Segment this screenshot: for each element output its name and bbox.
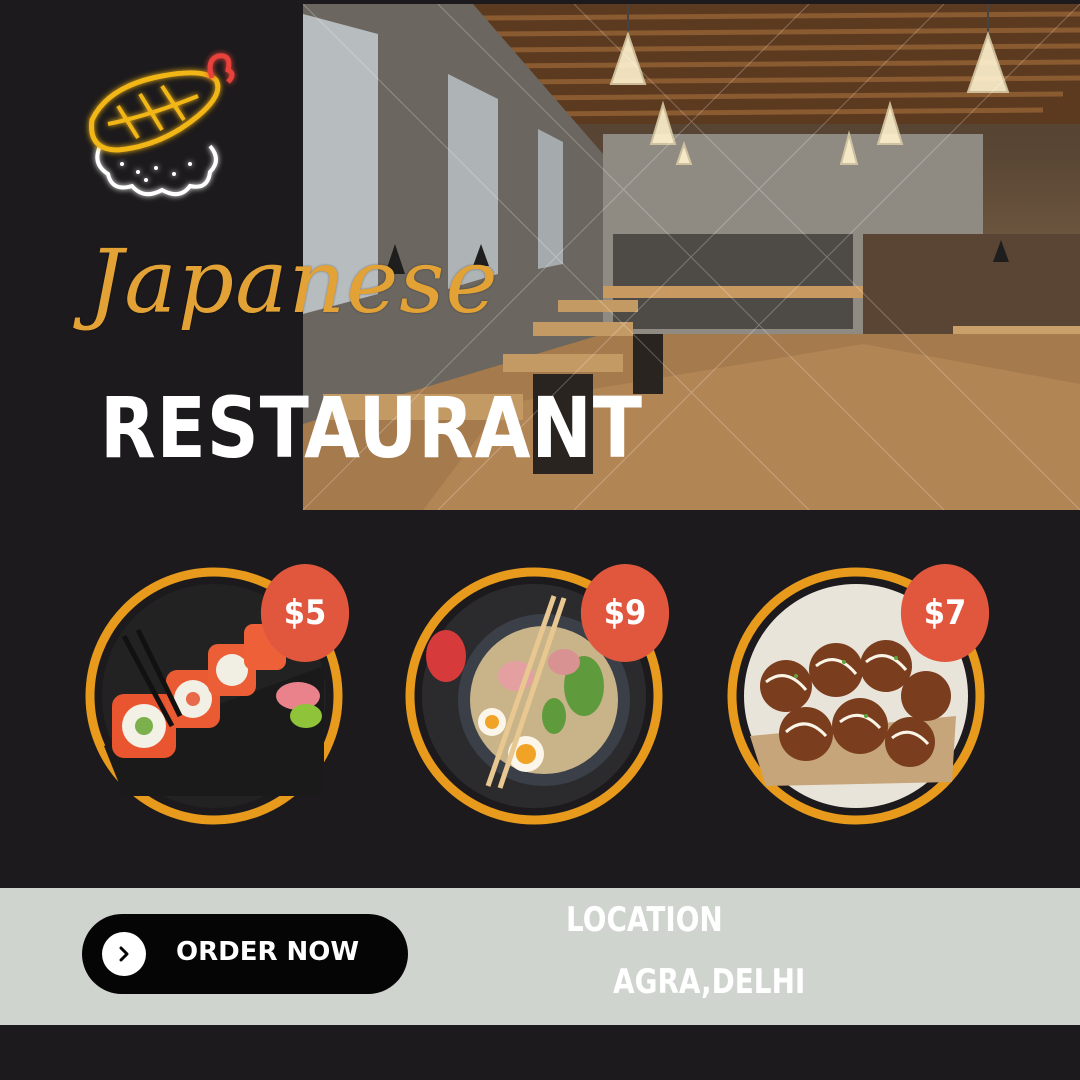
location-value: AGRA,DELHI xyxy=(613,962,806,1002)
order-now-label: ORDER NOW xyxy=(176,937,360,967)
neon-sushi-logo-icon xyxy=(78,46,248,206)
dish-card-sushi[interactable]: $5 xyxy=(84,564,350,826)
price-badge: $5 xyxy=(260,564,350,662)
title-script-japanese: Japanese xyxy=(88,230,499,333)
title-restaurant: RESTAURANT xyxy=(100,379,643,477)
price-badge: $7 xyxy=(900,564,990,662)
chevron-right-icon xyxy=(102,932,146,976)
dish-card-takoyaki[interactable]: $7 xyxy=(726,564,990,826)
order-now-button[interactable]: ORDER NOW xyxy=(82,914,408,994)
dish-card-ramen[interactable]: $9 xyxy=(404,564,670,826)
poster: Japanese RESTAURANT $5 $9 $7 ORDER NOW L… xyxy=(0,0,1080,1080)
location-label: LOCATION xyxy=(566,900,723,940)
price-badge: $9 xyxy=(580,564,670,662)
